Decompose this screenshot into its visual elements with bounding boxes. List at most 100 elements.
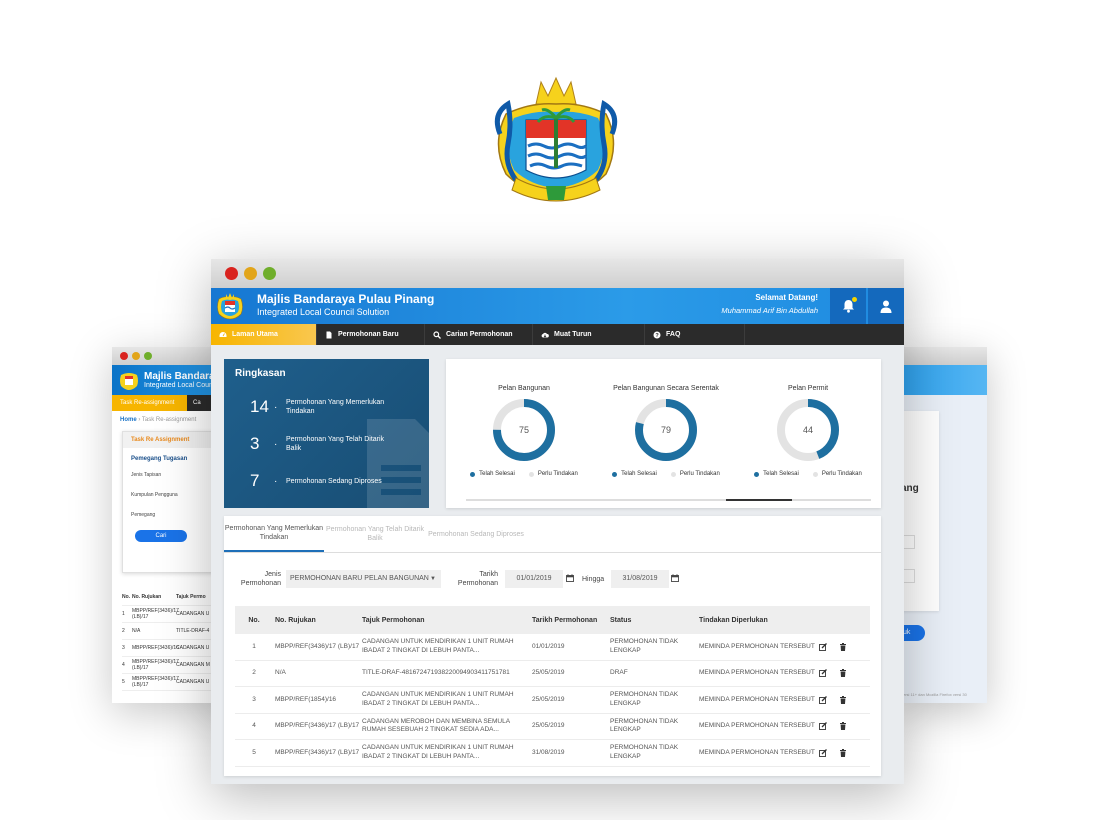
legend-label: Telah Selesai (479, 471, 515, 477)
tab-action-required[interactable]: Permohonan Yang Memerlukan Tindakan (224, 516, 324, 552)
app-subtitle: Integrated Local Council Solution (257, 307, 390, 317)
chart-title: Pelan Bangunan (498, 385, 550, 392)
summary-row-action-required[interactable]: 14 · Permohonan Yang Memerlukan Tindakan (250, 397, 396, 417)
maximize-window-button[interactable] (144, 352, 152, 360)
summary-title: Ringkasan (235, 368, 286, 379)
cell-status: PERMOHONAN TIDAK LENGKAP (610, 691, 679, 707)
legend-label: Perlu Tindakan (821, 471, 862, 477)
table-row[interactable]: 4 MBPP/REF(3436)/17 (LB)/17 CADANGAN MEROB… (235, 714, 870, 740)
delete-icon[interactable] (839, 695, 847, 704)
cell-date: 25/05/2019 (532, 695, 565, 703)
nav-item-task-reassignment[interactable]: Task Re-assignment (112, 395, 187, 411)
cell-no: 5 (252, 748, 256, 756)
date-to-input[interactable]: 31/08/2019 (611, 570, 669, 588)
cell-status: PERMOHONAN TIDAK LENGKAP (610, 717, 679, 734)
nav-label: Permohonan Baru (338, 331, 399, 338)
cell-date: 01/01/2019 (532, 642, 565, 650)
nav-item-laman-utama[interactable]: Laman Utama (211, 324, 317, 345)
close-window-button[interactable] (225, 267, 238, 280)
delete-icon[interactable] (839, 722, 847, 731)
minimize-window-button[interactable] (132, 352, 140, 360)
minimize-window-button[interactable] (244, 267, 257, 280)
close-window-button[interactable] (120, 352, 128, 360)
user-name: Muhammad Arif Bin Abdullah (721, 306, 818, 315)
date-from-input[interactable]: 01/01/2019 (505, 570, 563, 588)
col-header: No. (122, 594, 131, 600)
delete-icon[interactable] (839, 642, 847, 651)
edit-icon[interactable] (819, 695, 827, 704)
cell-date: 25/05/2019 (532, 722, 565, 729)
chart-title: Pelan Permit (787, 385, 829, 392)
nav-item-next[interactable]: Ca (187, 395, 201, 411)
table-row[interactable]: 1 MBPP/REF(3436)/17 (LB)/17 CADANGAN UNTUK… (235, 634, 870, 661)
col-header-action: Tindakan Diperlukan (699, 616, 768, 624)
cell-title: TITLE-DRAF-48167247193822009490341175178… (362, 669, 510, 676)
application-type-select[interactable]: PERMOHONAN BARU PELAN BANGUNAN ▼ (286, 570, 441, 588)
calendar-icon[interactable] (671, 574, 679, 582)
nav-item-faq[interactable]: ? FAQ (645, 324, 745, 345)
col-header-status: Status (610, 616, 632, 624)
window-titlebar (897, 347, 987, 365)
edit-icon[interactable] (819, 669, 827, 678)
donut-chart: Pelan Permit 44 Telah Selesai Perlu Tindaka… (740, 367, 876, 493)
table-row[interactable]: 2 N/A TITLE-DRAF-4816724719382200949034117… (235, 661, 870, 687)
notifications-button[interactable] (830, 288, 866, 324)
summary-row-in-process[interactable]: 7 · Permohonan Sedang Diproses (250, 471, 396, 491)
filter-label-until: Hingga (582, 576, 605, 583)
select-value: PERMOHONAN BARU PELAN BANGUNAN (290, 575, 429, 582)
donut-chart: Pelan Bangunan 75 Telah Selesai Perlu Tinda… (456, 367, 592, 493)
bullet: · (274, 475, 278, 487)
delete-icon[interactable] (839, 669, 847, 678)
summary-count: 7 (250, 471, 260, 490)
edit-icon[interactable] (819, 642, 827, 651)
legend-label: Telah Selesai (763, 471, 799, 477)
tab-withdrawn[interactable]: Permohonan Yang Telah Ditarik Balik (325, 516, 425, 552)
nav-item-permohonan-baru[interactable]: Permohonan Baru (317, 324, 425, 345)
edit-icon[interactable] (819, 722, 827, 731)
cell-date: 31/08/2019 (532, 748, 565, 756)
legend-swatch-pending (812, 471, 818, 477)
filter-label-type: Jenis Permohonan (240, 571, 281, 587)
table-row[interactable]: 3 MBPP/REF(1854)/16 CADANGAN UNTUK MENDIRI… (235, 687, 870, 714)
nav-label: Muat Turun (554, 331, 592, 338)
cell-no: 4 (252, 722, 256, 729)
cell-status: PERMOHONAN TIDAK LENGKAP (610, 744, 679, 760)
calendar-icon[interactable] (566, 574, 574, 582)
app-subtitle: Integrated Local Counci (144, 382, 218, 389)
cell-action: MEMINDA PERMOHONAN TERSEBUT (699, 669, 815, 676)
breadcrumb-home-link[interactable]: Home (120, 417, 137, 423)
maximize-window-button[interactable] (263, 267, 276, 280)
app-header (897, 365, 987, 395)
table-header: No. No. Rujukan Tajuk Permohonan Tarikh … (235, 606, 870, 634)
summary-label: Permohonan Sedang Diproses (286, 477, 382, 485)
table-row[interactable]: 5 MBPP/REF(3436)/17 (LB)/17 CADANGAN UNTUK… (235, 740, 870, 767)
bullet: · (274, 401, 278, 413)
bullet: · (274, 438, 278, 450)
cell-title: CADANGAN U 2 TINGKAT DI (176, 611, 243, 617)
scrollbar-thumb[interactable] (726, 499, 792, 501)
row-actions (819, 722, 870, 731)
summary-card: Ringkasan 14 · Permohonan Yang Memerluka… (224, 359, 429, 508)
legend-item-pending: Perlu Tindakan (812, 471, 862, 477)
cell-no: 4 (122, 662, 125, 668)
cell-title: CADANGAN UNTUK MENDIRIKAN 1 UNIT RUMAH I… (362, 638, 514, 654)
delete-icon[interactable] (839, 748, 847, 757)
caret-down-icon: ▼ (430, 576, 436, 582)
tab-in-process[interactable]: Permohonan Sedang Diproses (426, 516, 526, 552)
cell-date: 25/05/2019 (532, 669, 565, 676)
city-council-crest (494, 76, 618, 202)
legend-swatch-pending (670, 471, 676, 477)
user-profile-button[interactable] (868, 288, 904, 324)
summary-row-withdrawn[interactable]: 3 · Permohonan Yang Telah Ditarik Balik (250, 434, 396, 454)
nav-label: Laman Utama (232, 331, 278, 338)
nav-label: FAQ (666, 331, 681, 338)
search-button[interactable]: Cari (135, 530, 187, 542)
edit-icon[interactable] (819, 748, 827, 757)
nav-item-muat-turun[interactable]: Muat Turun (533, 324, 645, 345)
cell-status: DRAF (610, 669, 628, 676)
legend-item-done: Telah Selesai (612, 471, 657, 477)
cell-ref: N/A (275, 669, 286, 676)
row-actions (819, 642, 870, 651)
carousel-scrollbar[interactable] (466, 499, 871, 501)
nav-item-carian-permohonan[interactable]: Carian Permohonan (425, 324, 533, 345)
